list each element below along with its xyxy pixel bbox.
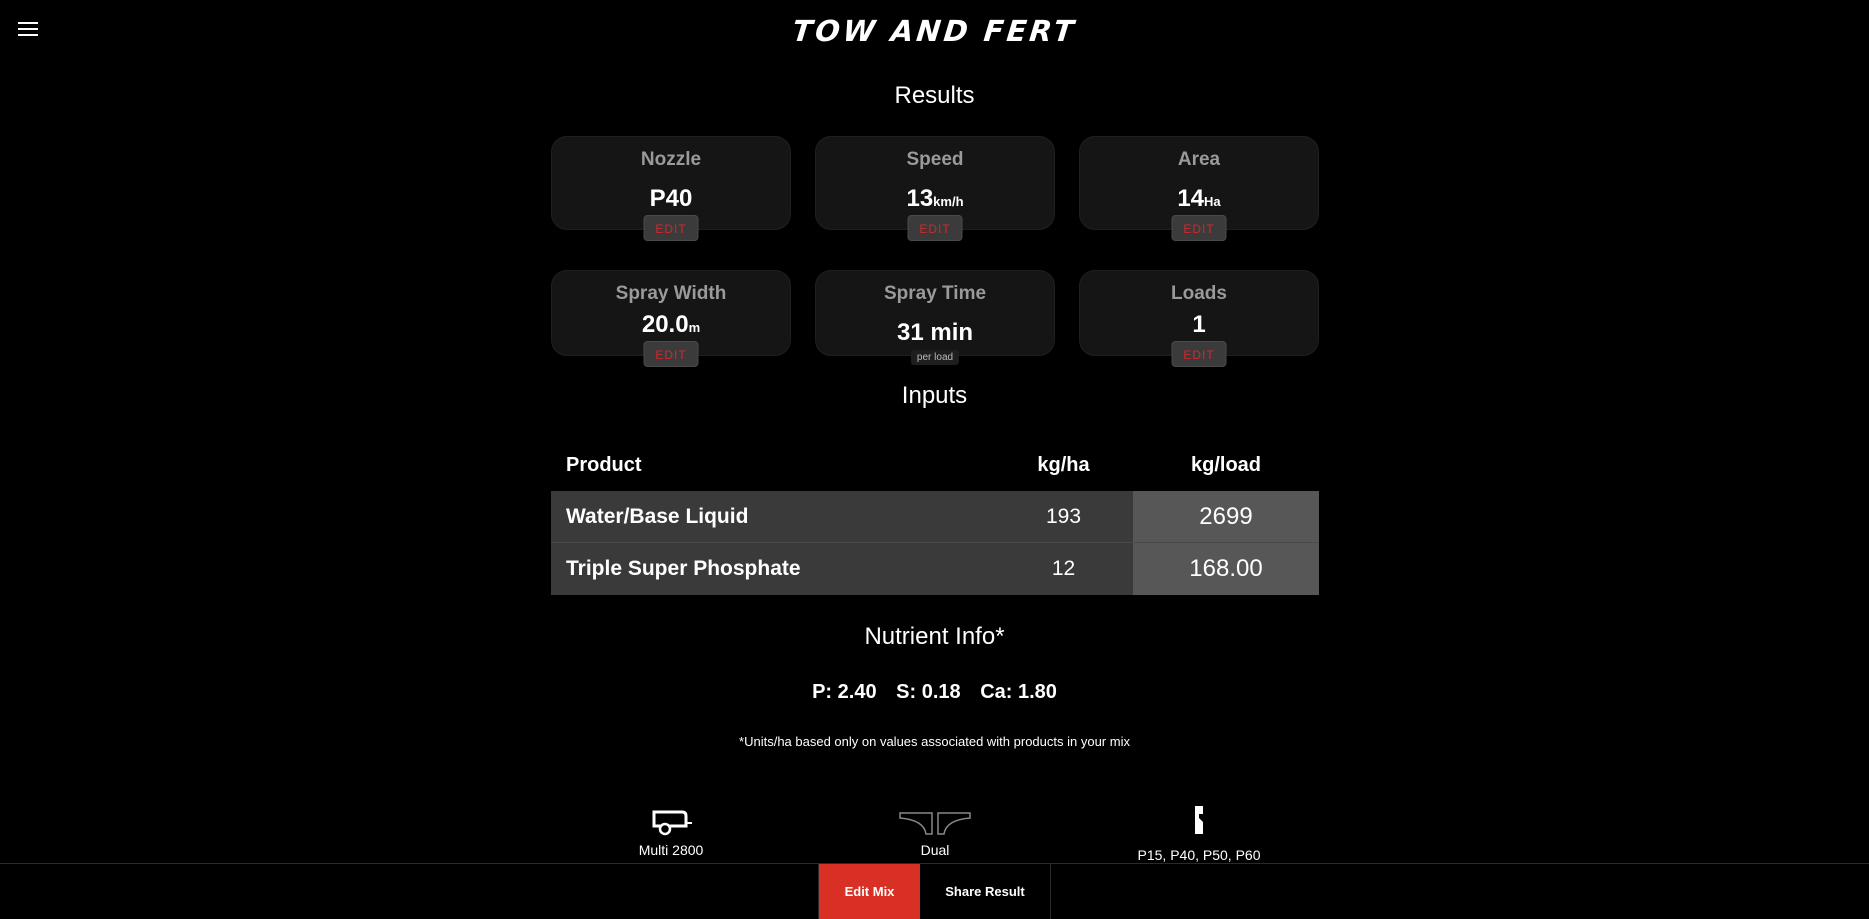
boom-label: Dual [920, 842, 950, 858]
edit-loads-button[interactable]: EDIT [1171, 341, 1227, 367]
header-product: Product [566, 454, 642, 476]
area-card: Area 14Ha EDIT [1079, 136, 1319, 241]
kg-load-value: 168.00 [1133, 543, 1319, 595]
edit-nozzle-button[interactable]: EDIT [643, 215, 699, 241]
spray-width-card: Spray Width 20.0m EDIT [551, 270, 791, 367]
kg-ha-value: 12 [1051, 557, 1076, 580]
nutrient-footnote: *Units/ha based only on values associate… [739, 734, 1130, 749]
spray-width-label: Spray Width [615, 283, 727, 304]
header-kg-load: kg/load [1190, 454, 1261, 476]
loads-label: Loads [1171, 283, 1227, 304]
area-value: 14Ha [1177, 185, 1221, 212]
product-name: Water/Base Liquid [566, 504, 749, 528]
nozzles-label: P15, P40, P50, P60 [1137, 847, 1261, 863]
table-row[interactable]: Water/Base Liquid 193 2699 [551, 491, 1319, 543]
nutrient-values: P: 2.40 S: 0.18 Ca: 1.80 [0, 681, 1869, 704]
table-header: Product kg/ha kg/load [551, 440, 1319, 491]
dual-boom-icon [815, 800, 1055, 836]
edit-area-button[interactable]: EDIT [1171, 215, 1227, 241]
product-name: Triple Super Phosphate [566, 557, 801, 580]
edit-mix-button[interactable]: Edit Mix [819, 864, 920, 919]
nutrient-s: S: 0.18 [896, 681, 961, 703]
spray-width-unit: m [688, 320, 701, 335]
kg-load-value: 2699 [1133, 491, 1319, 542]
table-row[interactable]: Triple Super Phosphate 12 168.00 [551, 543, 1319, 595]
speed-card: Speed 13km/h EDIT [815, 136, 1055, 241]
nozzle-icon [1079, 800, 1319, 836]
speed-label: Speed [906, 149, 964, 170]
trailer-tank-icon [551, 800, 791, 836]
kg-ha-value: 193 [1045, 504, 1082, 528]
loads-value: 1 [1192, 311, 1206, 338]
per-load-note: per load [910, 350, 960, 365]
results-title: Results [894, 82, 975, 109]
share-result-button[interactable]: Share Result [920, 864, 1051, 919]
spray-time-value: 31 min [896, 319, 974, 346]
area-unit: Ha [1204, 194, 1221, 209]
spray-width-value: 20.0m [641, 311, 701, 338]
area-label: Area [1177, 149, 1221, 170]
edit-spray-width-button[interactable]: EDIT [643, 341, 699, 367]
nozzle-value: P40 [649, 185, 693, 212]
nozzle-label: Nozzle [640, 149, 702, 170]
equipment-boom[interactable]: Dual [815, 800, 1055, 858]
brand-logo: TOW AND FERT [790, 14, 1079, 48]
equipment-nozzles[interactable]: P15, P40, P50, P60 [1079, 800, 1319, 863]
inputs-table: Product kg/ha kg/load Water/Base Liquid … [551, 440, 1319, 595]
nozzle-card: Nozzle P40 EDIT [551, 136, 791, 241]
loads-card: Loads 1 EDIT [1079, 270, 1319, 367]
inputs-title: Inputs [901, 382, 968, 409]
bottom-action-bar: Edit Mix Share Result [0, 863, 1869, 919]
spray-time-card: Spray Time 31 min per load [815, 270, 1055, 365]
header-kg-ha: kg/ha [1037, 454, 1090, 476]
edit-speed-button[interactable]: EDIT [907, 215, 963, 241]
speed-unit: km/h [933, 194, 964, 209]
page: TOW AND FERT Results Nozzle P40 EDIT Spe… [0, 0, 1869, 919]
cart-label: Multi 2800 [638, 842, 704, 858]
equipment-cart[interactable]: Multi 2800 [551, 800, 791, 858]
nutrient-info-title: Nutrient Info* [864, 623, 1005, 650]
speed-value: 13km/h [906, 185, 964, 212]
nutrient-ca: Ca: 1.80 [980, 681, 1057, 703]
nutrient-p: P: 2.40 [812, 681, 877, 703]
spray-time-label: Spray Time [883, 283, 987, 304]
